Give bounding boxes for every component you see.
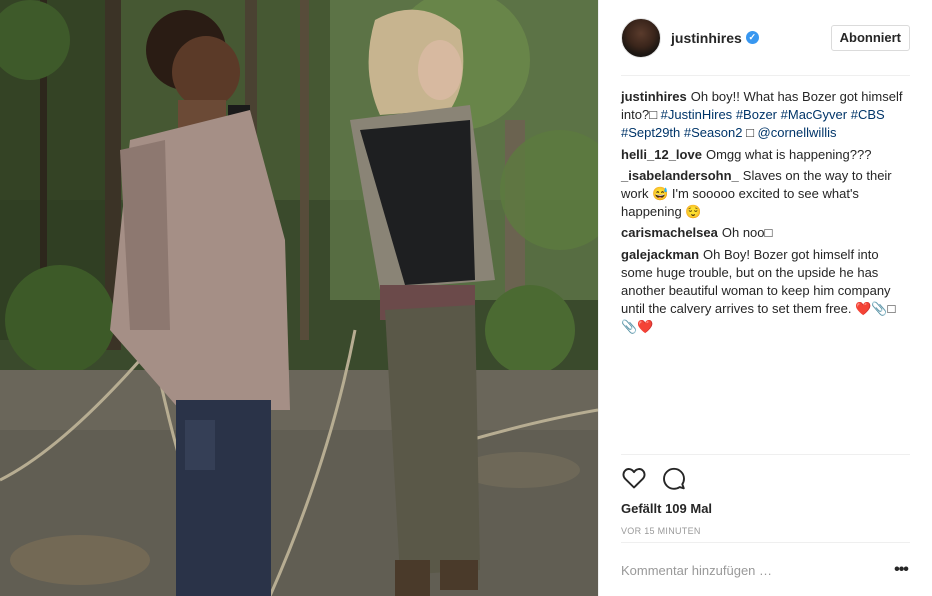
post-header: justinhires ✓ Abonniert	[621, 0, 910, 76]
comment-item: carismachelsea Oh noo□	[621, 224, 910, 242]
comment-bubble-icon[interactable]	[661, 465, 687, 491]
avatar[interactable]	[621, 17, 661, 58]
caption-author[interactable]: justinhires	[621, 89, 687, 104]
heart-icon[interactable]	[621, 465, 647, 491]
more-options-icon[interactable]: •••	[892, 562, 910, 578]
comment-author[interactable]: carismachelsea	[621, 225, 718, 240]
instagram-post: justinhires ✓ Abonniert justinhires Oh bo…	[0, 0, 932, 596]
comment-author[interactable]: galejackman	[621, 247, 699, 262]
mention-link[interactable]: @cornellwillis	[758, 125, 837, 140]
verified-badge-icon: ✓	[745, 31, 759, 44]
hashtag-link[interactable]: #Bozer	[736, 107, 777, 122]
following-button[interactable]: Abonniert	[830, 24, 910, 51]
comment-input[interactable]	[621, 562, 892, 578]
hashtag-link[interactable]: #Sept29th	[621, 125, 680, 140]
comment-list: justinhires Oh boy!! What has Bozer got h…	[621, 88, 910, 340]
hashtag-link[interactable]: #JustinHires	[661, 107, 733, 122]
post-timestamp[interactable]: VOR 15 MINUTEN	[621, 526, 910, 536]
hashtag-link[interactable]: #CBS	[851, 107, 885, 122]
hashtag-link[interactable]: #Season2	[684, 125, 743, 140]
header-username[interactable]: justinhires	[671, 30, 742, 46]
action-icons	[621, 455, 910, 501]
post-photo[interactable]	[0, 0, 598, 596]
comment-text: Oh noo□	[721, 225, 773, 241]
comment-item: helli_12_love Omgg what is happening???	[621, 146, 910, 164]
comment-item: galejackman Oh Boy! Bozer got himself int…	[621, 246, 910, 337]
hashtag-link[interactable]: #MacGyver	[781, 107, 847, 122]
caption: justinhires Oh boy!! What has Bozer got h…	[621, 88, 910, 143]
post-actions: Gefällt 109 Mal VOR 15 MINUTEN	[621, 454, 910, 536]
comment-text: Omgg what is happening???	[705, 146, 872, 162]
add-comment-bar: •••	[621, 542, 910, 596]
comment-item: _isabelandersohn_ Slaves on the way to th…	[621, 167, 910, 222]
photo-scene	[0, 0, 598, 596]
comment-author[interactable]: _isabelandersohn_	[621, 168, 739, 183]
like-count[interactable]: Gefällt 109 Mal	[621, 501, 910, 516]
caption-tail: □	[742, 125, 758, 141]
comment-author[interactable]: helli_12_love	[621, 147, 702, 162]
post-side-panel: justinhires ✓ Abonniert justinhires Oh bo…	[598, 0, 932, 596]
